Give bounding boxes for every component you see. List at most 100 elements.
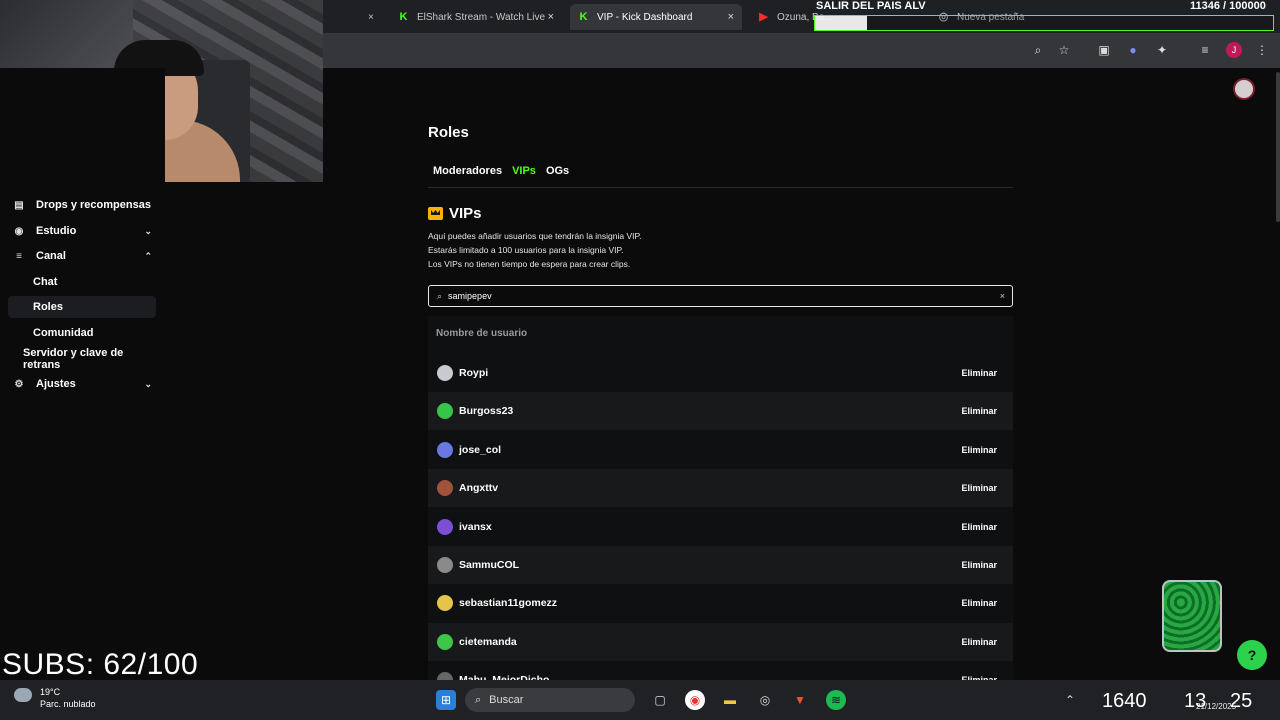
sidebar-item-estudio[interactable]: ◉ Estudio ⌄: [8, 220, 156, 242]
crown-icon: [428, 207, 443, 220]
table-row: SammuCOL Eliminar: [428, 546, 1013, 584]
table-row: sebastian11gomezz Eliminar: [428, 584, 1013, 622]
remove-button[interactable]: Eliminar: [961, 637, 997, 647]
profile-avatar-icon[interactable]: J: [1226, 42, 1242, 58]
user-avatar[interactable]: [1233, 78, 1255, 100]
gear-icon: ⚙: [14, 378, 24, 390]
tray-chevron-icon[interactable]: ⌃: [1060, 690, 1080, 710]
sidebar-item-comunidad[interactable]: Comunidad: [8, 322, 156, 344]
more-menu-icon[interactable]: ⋮: [1254, 42, 1270, 58]
avatar: [437, 557, 453, 573]
goal-progress-bar: [814, 15, 1274, 31]
sidebar-item-label: Ajustes: [36, 378, 76, 390]
tab-label: VIP - Kick Dashboard: [597, 11, 693, 23]
tab-elshark[interactable]: K ElShark Stream - Watch Live ×: [390, 4, 562, 30]
brave-icon[interactable]: ▼: [790, 690, 810, 710]
tab-close-icon[interactable]: ×: [360, 4, 380, 30]
media-icon[interactable]: ≡: [1197, 42, 1213, 58]
goal-title: SALIR DEL PAIS ALV: [816, 0, 926, 12]
sidebar-item-drops[interactable]: ▤ Drops y recompensas: [8, 194, 156, 216]
chevron-down-icon: ⌄: [144, 378, 152, 389]
search-icon: ⌕: [475, 693, 482, 706]
weather-temp: 19°C: [40, 687, 61, 697]
avatar: [437, 441, 453, 458]
app-icon[interactable]: ◎: [755, 690, 775, 710]
gift-icon: ▤: [14, 199, 24, 211]
description-line: Los VIPs no tienen tiempo de espera para…: [428, 259, 631, 269]
bookmark-star-icon[interactable]: ☆: [1056, 42, 1072, 58]
clock-digits: 1640: [1102, 690, 1147, 712]
column-header: Nombre de usuario: [436, 328, 528, 339]
sidebar-item-chat[interactable]: Chat: [8, 271, 156, 293]
spotify-icon[interactable]: ≋: [826, 690, 846, 710]
sidebar: ▤ Drops y recompensas ◉ Estudio ⌄ ≡ Cana…: [0, 68, 165, 680]
tab-vips[interactable]: VIPs: [512, 165, 536, 177]
avatar: [437, 403, 453, 420]
username[interactable]: ivansx: [459, 521, 492, 533]
avatar: [437, 365, 453, 381]
username[interactable]: cietemanda: [459, 636, 517, 648]
username[interactable]: Roypi: [459, 367, 488, 379]
extension-icon[interactable]: ▣: [1096, 42, 1112, 58]
extension-icon[interactable]: ●: [1125, 42, 1141, 58]
remove-button[interactable]: Eliminar: [961, 598, 997, 608]
goal-progress-fill: [815, 16, 867, 30]
remove-button[interactable]: Eliminar: [961, 483, 997, 493]
username[interactable]: Angxttv: [459, 482, 498, 494]
weather-widget[interactable]: 19°C Parc. nublado: [14, 686, 96, 710]
avatar: [437, 633, 453, 650]
sidebar-item-label: Estudio: [36, 225, 77, 237]
close-icon[interactable]: ×: [728, 11, 734, 23]
remove-button[interactable]: Eliminar: [961, 522, 997, 532]
username[interactable]: SammuCOL: [459, 559, 519, 571]
table-row: cietemanda Eliminar: [428, 622, 1013, 661]
sidebar-item-ajustes[interactable]: ⚙ Ajustes ⌄: [8, 373, 156, 395]
zoom-icon[interactable]: ⌕: [1030, 42, 1046, 58]
vip-search-input[interactable]: ⌕ samipepev ×: [428, 285, 1013, 307]
studio-icon: ◉: [14, 225, 24, 237]
tab-vip-dashboard[interactable]: K VIP - Kick Dashboard ×: [570, 4, 742, 30]
avatar: [437, 480, 453, 497]
role-tabs: Moderadores VIPs OGs: [433, 165, 569, 177]
remove-button[interactable]: Eliminar: [961, 445, 997, 455]
task-view-icon[interactable]: ▢: [650, 690, 670, 710]
username[interactable]: sebastian11gomezz: [459, 597, 557, 609]
search-icon: ⌕: [437, 290, 443, 301]
section-title: VIPs: [428, 205, 482, 222]
sidebar-item-label: Roles: [33, 301, 63, 313]
username[interactable]: jose_col: [459, 444, 501, 456]
sidebar-item-canal[interactable]: ≡ Canal ⌃: [8, 245, 156, 267]
description-line: Estarás limitado a 100 usuarios para la …: [428, 245, 624, 255]
subs-counter: SUBS: 62/100: [2, 648, 199, 681]
remove-button[interactable]: Eliminar: [961, 560, 997, 570]
page-title: Roles: [428, 124, 469, 141]
taskbar-date: 21/12/2025: [1196, 702, 1237, 711]
tab-ogs[interactable]: OGs: [546, 165, 569, 177]
chrome-taskbar-icon[interactable]: ◉: [685, 690, 705, 710]
folder-icon[interactable]: ▬: [720, 690, 740, 710]
description-line: Aquí puedes añadir usuarios que tendrán …: [428, 231, 642, 241]
sidebar-item-servidor[interactable]: Servidor y clave de retrans: [8, 347, 156, 371]
close-icon[interactable]: ×: [548, 11, 554, 23]
table-row: ivansx Eliminar: [428, 508, 1013, 546]
clear-search-icon[interactable]: ×: [1000, 291, 1005, 301]
channel-icon: ≡: [16, 250, 22, 262]
puzzle-icon[interactable]: ✦: [1154, 42, 1170, 58]
username[interactable]: Burgoss23: [459, 405, 513, 417]
goal-count: 11346 / 100000: [1190, 0, 1266, 12]
windows-start-icon[interactable]: ⊞: [436, 690, 456, 710]
taskbar: [0, 680, 1280, 720]
tab-moderadores[interactable]: Moderadores: [433, 165, 502, 177]
section-title-label: VIPs: [449, 205, 482, 222]
table-row: Burgoss23 Eliminar: [428, 392, 1013, 431]
remove-button[interactable]: Eliminar: [961, 368, 997, 378]
sidebar-item-label: Drops y recompensas: [36, 199, 151, 211]
taskbar-search[interactable]: ⌕ Buscar: [465, 688, 635, 712]
youtube-icon: ▶: [759, 10, 768, 23]
weather-desc: Parc. nublado: [40, 699, 96, 709]
help-icon[interactable]: ?: [1237, 640, 1267, 670]
sidebar-item-roles[interactable]: Roles: [8, 296, 156, 318]
table-row: Angxttv Eliminar: [428, 469, 1013, 508]
remove-button[interactable]: Eliminar: [961, 406, 997, 416]
page-scrollbar[interactable]: [1276, 72, 1280, 222]
